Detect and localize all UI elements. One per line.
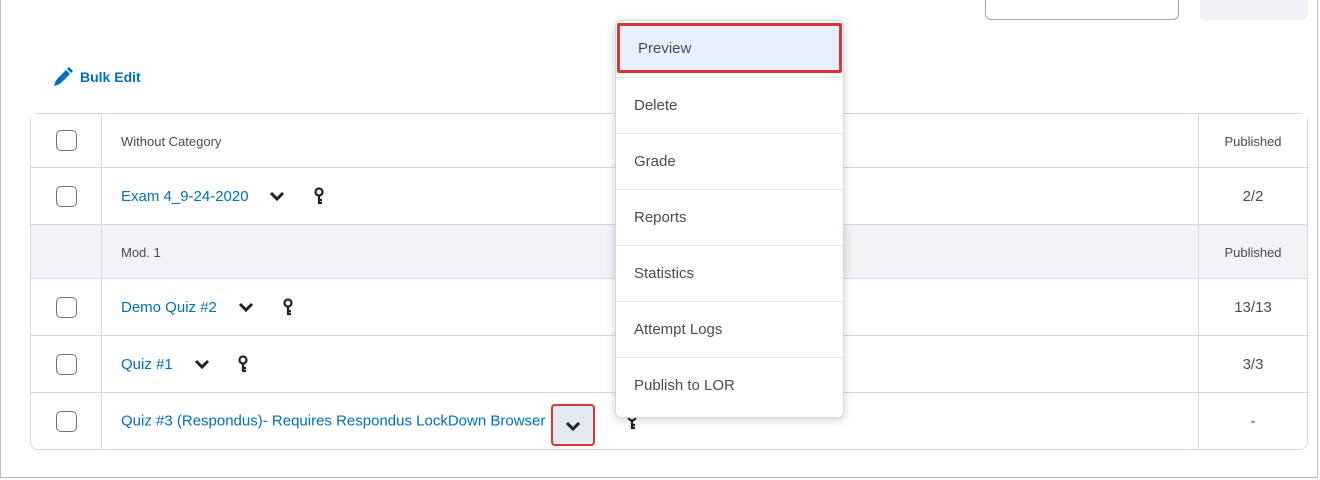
select-quiz-checkbox[interactable]: [55, 353, 77, 375]
quiz-link[interactable]: Exam 4_9-24-2020: [121, 188, 249, 205]
quiz-link[interactable]: Quiz #1: [121, 356, 173, 373]
publish-count: 3/3: [1242, 355, 1264, 373]
bulk-edit-button[interactable]: Bulk Edit: [52, 66, 141, 88]
quiz-actions-button[interactable]: [551, 404, 596, 446]
bulk-edit-label: Bulk Edit: [80, 69, 141, 85]
top-control[interactable]: [985, 0, 1179, 20]
chevron-down-icon[interactable]: [237, 298, 255, 316]
menu-item-publish-to-lor[interactable]: Publish to LOR: [616, 357, 843, 413]
quiz-link[interactable]: Quiz #3 (Respondus)- Requires Respondus …: [121, 413, 545, 430]
quiz-link[interactable]: Demo Quiz #2: [121, 299, 217, 316]
chevron-down-icon[interactable]: [193, 355, 211, 373]
key-icon: [283, 298, 293, 316]
quiz-actions-menu: Preview Delete Grade Reports Statistics …: [615, 20, 844, 418]
publish-count: 2/2: [1242, 187, 1264, 205]
select-quiz-checkbox[interactable]: [55, 410, 77, 432]
key-icon: [238, 355, 249, 373]
publish-count: -: [1250, 412, 1256, 430]
category-label: Mod. 1: [121, 244, 161, 260]
chevron-down-icon[interactable]: [268, 187, 286, 205]
select-quiz-checkbox[interactable]: [55, 185, 77, 207]
status-header: Published: [1224, 133, 1282, 149]
menu-item-reports[interactable]: Reports: [616, 189, 843, 245]
key-icon: [314, 187, 324, 205]
select-quiz-checkbox[interactable]: [55, 296, 77, 318]
select-category-checkbox[interactable]: [55, 130, 77, 151]
status-header: Published: [1224, 244, 1282, 260]
publish-count: 13/13: [1234, 298, 1272, 316]
menu-item-grade[interactable]: Grade: [616, 133, 843, 189]
menu-item-delete[interactable]: Delete: [616, 77, 843, 133]
chevron-down-icon: [566, 422, 581, 432]
menu-item-attempt-logs[interactable]: Attempt Logs: [616, 301, 843, 357]
pencil-icon: [54, 67, 73, 86]
top-button[interactable]: [1200, 0, 1308, 20]
category-label: Without Category: [121, 133, 222, 149]
menu-item-preview[interactable]: Preview: [617, 23, 842, 73]
menu-item-statistics[interactable]: Statistics: [616, 245, 843, 301]
